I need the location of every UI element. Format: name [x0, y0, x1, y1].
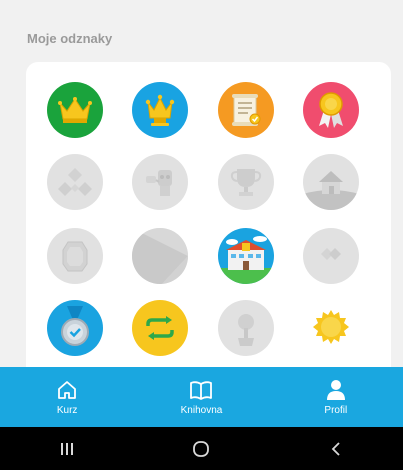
- diamond-arrows-icon: [58, 168, 92, 196]
- badge-hearts[interactable]: [303, 228, 359, 284]
- badge-house[interactable]: [303, 154, 359, 210]
- section-title: Moje odznaky: [27, 31, 113, 46]
- badge-certificate[interactable]: [218, 82, 274, 138]
- tab-label-kurz: Kurz: [56, 404, 78, 416]
- gem-icon: [62, 241, 88, 272]
- badge-sun[interactable]: [303, 300, 359, 356]
- house-icon: [303, 171, 359, 210]
- robot-icon: [146, 170, 172, 196]
- medal-icon: [61, 306, 89, 346]
- home-system-button[interactable]: [171, 434, 231, 464]
- back-button[interactable]: [306, 434, 366, 464]
- recent-apps-button[interactable]: [37, 434, 97, 464]
- school-building-icon: [218, 236, 274, 284]
- badge-geometric[interactable]: [132, 228, 188, 284]
- tab-profil[interactable]: Profil: [269, 367, 403, 427]
- badge-diamond-arrows[interactable]: [47, 154, 103, 210]
- badge-crown-blue[interactable]: [132, 82, 188, 138]
- badge-ribbon-award[interactable]: [303, 82, 359, 138]
- geometric-icon: [132, 228, 188, 284]
- badge-gem[interactable]: [47, 228, 103, 284]
- system-navigation-bar: [0, 427, 403, 470]
- trophy-icon: [230, 169, 262, 196]
- badge-money-tree[interactable]: [218, 300, 274, 356]
- home-icon: [58, 380, 77, 399]
- bottom-tab-bar: Kurz Knihovna Profil: [0, 367, 403, 427]
- book-icon: [190, 380, 213, 400]
- badge-robot[interactable]: [132, 154, 188, 210]
- sun-icon: [313, 310, 349, 344]
- recent-apps-icon: [61, 442, 74, 455]
- home-circle-icon: [193, 440, 210, 457]
- person-icon: [326, 379, 345, 400]
- ribbon-award-icon: [319, 92, 343, 128]
- repeat-icon: [146, 316, 174, 340]
- badge-trophy[interactable]: [218, 154, 274, 210]
- certificate-icon: [232, 94, 261, 126]
- back-icon: [331, 441, 340, 456]
- badges-card: [26, 62, 391, 382]
- badge-repeat[interactable]: [132, 300, 188, 356]
- badge-school-building[interactable]: [218, 228, 274, 284]
- tab-label-profil: Profil: [324, 404, 348, 416]
- badge-crown-green[interactable]: [47, 82, 103, 138]
- badge-medal[interactable]: [47, 300, 103, 356]
- money-tree-icon: [238, 314, 254, 346]
- tab-knihovna[interactable]: Knihovna: [134, 367, 268, 427]
- hearts-icon: [321, 248, 341, 260]
- crown-icon: [58, 97, 92, 123]
- tab-kurz[interactable]: Kurz: [0, 367, 134, 427]
- crown-icon: [145, 94, 175, 126]
- tab-label-knihovna: Knihovna: [180, 404, 223, 416]
